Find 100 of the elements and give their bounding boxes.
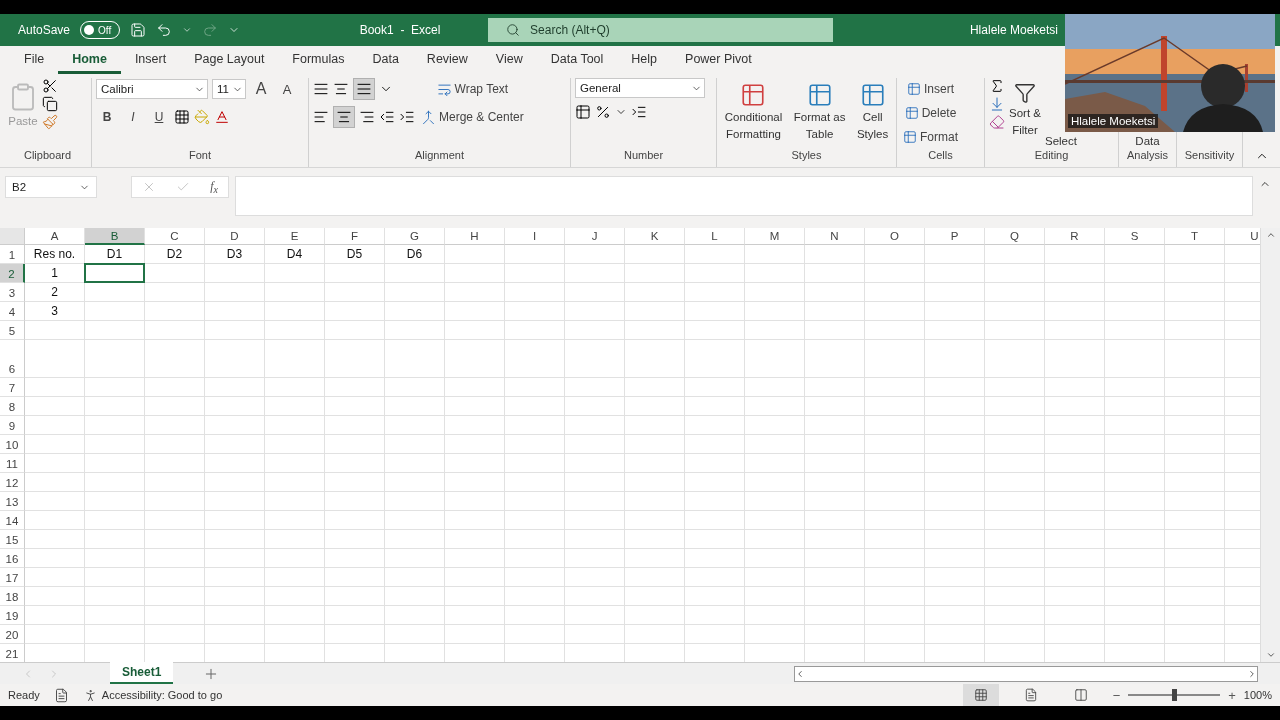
insert-function-button[interactable]: f$_{x}$	[210, 178, 218, 196]
row-header[interactable]: 16	[0, 549, 25, 568]
table-cell[interactable]: D4	[265, 245, 325, 264]
row-header[interactable]: 15	[0, 530, 25, 549]
font-name-field[interactable]: Calibri	[96, 79, 208, 99]
row-header[interactable]: 6	[0, 340, 25, 378]
column-header[interactable]: H	[445, 228, 505, 245]
cells-button[interactable]: Format	[901, 126, 960, 148]
column-header[interactable]: S	[1105, 228, 1165, 245]
document-icon[interactable]	[53, 687, 69, 703]
table-cell[interactable]: Res no.	[25, 245, 85, 264]
row-header[interactable]: 10	[0, 435, 25, 454]
table-icon[interactable]	[575, 104, 591, 120]
analyze-data-button[interactable]: Data	[1135, 134, 1160, 149]
styles-button[interactable]: Conditional Formatting	[724, 78, 783, 142]
ribbon-tab[interactable]: Review	[412, 46, 482, 74]
ribbon-tab[interactable]: Data Tool	[536, 46, 618, 74]
row-header[interactable]: 3	[0, 283, 25, 302]
row-header[interactable]: 4	[0, 302, 25, 321]
column-header[interactable]: C	[145, 228, 205, 245]
column-header[interactable]: T	[1165, 228, 1225, 245]
copy-icon[interactable]	[42, 96, 58, 112]
grow-font-button[interactable]: A	[250, 78, 272, 100]
sum-icon[interactable]	[989, 78, 1005, 94]
indent-decrease-icon[interactable]	[379, 109, 395, 125]
column-header[interactable]: F	[325, 228, 385, 245]
row-header[interactable]: 13	[0, 492, 25, 511]
ribbon-tab[interactable]: Insert	[120, 46, 181, 74]
column-header[interactable]: R	[1045, 228, 1105, 245]
ribbon-tab[interactable]: Data	[358, 46, 413, 74]
align-middle-icon[interactable]	[333, 81, 349, 97]
find-select-button[interactable]: Select	[1044, 134, 1077, 149]
wrap-text-button[interactable]: Wrap Text	[419, 78, 526, 100]
column-header[interactable]: G	[385, 228, 445, 245]
row-header[interactable]: 5	[0, 321, 25, 340]
ribbon-tab[interactable]: Power Pivot	[671, 46, 766, 74]
vertical-scrollbar[interactable]	[1260, 228, 1280, 662]
row-header[interactable]: 18	[0, 587, 25, 606]
ribbon-tab[interactable]: Home	[58, 46, 121, 74]
table-cell[interactable]: 1	[25, 264, 85, 283]
cells-button[interactable]: Delete	[901, 102, 960, 124]
align-top-icon[interactable]	[313, 81, 329, 97]
active-cell[interactable]	[84, 263, 145, 283]
table-cell[interactable]: D5	[325, 245, 385, 264]
ribbon-tab[interactable]: View	[481, 46, 537, 74]
align-left-icon[interactable]	[313, 109, 329, 125]
table-cell[interactable]: D6	[385, 245, 445, 264]
merge-center-button[interactable]: Merge & Center	[419, 106, 526, 128]
undo-icon[interactable]	[156, 22, 173, 38]
italic-button[interactable]: I	[122, 106, 144, 128]
table-cell[interactable]: D2	[145, 245, 205, 264]
zoom-thumb[interactable]	[1172, 689, 1178, 701]
column-header[interactable]: E	[265, 228, 325, 245]
align-bottom-button[interactable]	[353, 78, 375, 100]
zoom-in-button[interactable]: +	[1228, 687, 1236, 703]
table-cell[interactable]: 2	[25, 283, 85, 302]
shrink-font-button[interactable]: A	[276, 78, 298, 100]
font-size-field[interactable]: 11	[212, 79, 246, 99]
bold-button[interactable]: B	[96, 106, 118, 128]
search-field[interactable]: Search (Alt+Q)	[488, 18, 834, 42]
eraser-icon[interactable]	[989, 114, 1005, 130]
row-header[interactable]: 17	[0, 568, 25, 587]
number-format-field[interactable]: General	[575, 78, 705, 98]
indent-icon[interactable]	[631, 104, 647, 120]
column-header[interactable]: N	[805, 228, 865, 245]
table-cell[interactable]: D3	[205, 245, 265, 264]
row-header[interactable]: 8	[0, 397, 25, 416]
column-header[interactable]: B	[85, 228, 145, 245]
align-right-icon[interactable]	[359, 109, 375, 125]
formula-field[interactable]	[235, 176, 1253, 216]
column-header[interactable]: L	[685, 228, 745, 245]
sheet-tab[interactable]: Sheet1	[110, 662, 174, 684]
accessibility-status[interactable]: Accessibility: Good to go	[101, 689, 223, 701]
align-center-button[interactable]	[333, 106, 355, 128]
column-header[interactable]: J	[565, 228, 625, 245]
column-header[interactable]: I	[505, 228, 565, 245]
column-header[interactable]: M	[745, 228, 805, 245]
styles-button[interactable]: Cell Styles	[856, 78, 889, 142]
styles-button[interactable]: Format as Table	[793, 78, 846, 142]
indent-increase-icon[interactable]	[399, 109, 415, 125]
row-header[interactable]: 12	[0, 473, 25, 492]
column-header[interactable]: K	[625, 228, 685, 245]
view-button[interactable]	[962, 684, 999, 706]
table-cell[interactable]: 3	[25, 302, 85, 321]
row-header[interactable]: 14	[0, 511, 25, 530]
row-header[interactable]: 20	[0, 625, 25, 644]
check-icon[interactable]	[176, 180, 191, 194]
cells-button[interactable]: Insert	[901, 78, 960, 100]
column-header[interactable]: Q	[985, 228, 1045, 245]
ribbon-tab[interactable]: Page Layout	[180, 46, 279, 74]
row-header[interactable]: 11	[0, 454, 25, 473]
column-header[interactable]: D	[205, 228, 265, 245]
font-color-icon[interactable]	[214, 109, 230, 125]
ribbon-tab[interactable]: Help	[617, 46, 672, 74]
ribbon-tab[interactable]: File	[10, 46, 59, 74]
table-cell[interactable]: D1	[85, 245, 145, 264]
sort-filter-button[interactable]: Sort & Filter	[1009, 78, 1041, 149]
row-header[interactable]: 2	[0, 264, 25, 283]
name-box[interactable]: B2	[5, 176, 97, 198]
horizontal-scrollbar[interactable]	[794, 665, 1258, 682]
